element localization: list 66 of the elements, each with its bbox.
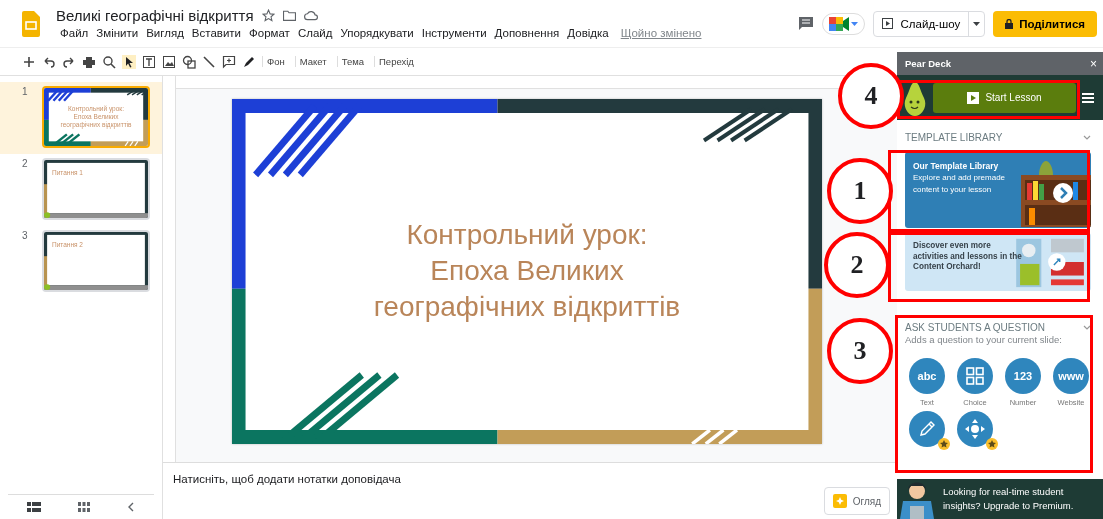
select-cursor-icon[interactable]: [122, 54, 136, 69]
line-icon[interactable]: [202, 54, 216, 69]
video-camera-icon: [828, 16, 849, 31]
folder-icon[interactable]: [282, 10, 296, 21]
text-box-icon[interactable]: [142, 54, 156, 69]
explore-icon: [832, 494, 847, 508]
grid-icon: [966, 367, 984, 385]
cloud-icon[interactable]: [303, 10, 318, 21]
menu-item[interactable]: Слайд: [293, 26, 337, 40]
menu-item[interactable]: Інструменти: [417, 26, 491, 40]
image-icon[interactable]: [162, 54, 176, 69]
play-icon: [967, 91, 980, 104]
caret-icon: [973, 21, 981, 26]
content-orchard-card[interactable]: Discover even more activities and lessons in the Content Orchard!: [905, 233, 1091, 291]
zoom-icon[interactable]: [102, 54, 116, 69]
start-lesson-button[interactable]: Start Lesson: [933, 82, 1076, 113]
comment-icon[interactable]: [797, 16, 814, 31]
menu-item[interactable]: Вставити: [187, 26, 246, 40]
card-text: Explore and add premade content to your lesson: [913, 172, 1007, 196]
toolbar-button[interactable]: Тема: [336, 56, 369, 67]
pen-icon[interactable]: [242, 54, 256, 69]
premium-promo-banner[interactable]: Looking for real-time student insights? Upgrade to Premium.: [937, 479, 1103, 519]
shape-icon[interactable]: [182, 54, 196, 69]
menu-item[interactable]: Формат: [245, 26, 294, 40]
lock-icon: [1005, 18, 1014, 29]
slide-number: 2: [22, 158, 29, 169]
list-view-icon[interactable]: [26, 502, 41, 512]
comment-add-icon[interactable]: [222, 54, 236, 69]
card-text: Discover even more activities and lessons in the Content Orchard!: [913, 241, 1023, 274]
add-icon[interactable]: [22, 54, 36, 69]
panel-title: Pear Deck: [905, 58, 951, 69]
card-title: Our Template Library: [913, 160, 1000, 173]
section-heading: TEMPLATE LIBRARY: [905, 132, 1003, 143]
toolbar-button[interactable]: Перехід: [374, 56, 418, 67]
collapse-icon[interactable]: [127, 502, 136, 512]
play-icon: [881, 18, 893, 29]
menu-item[interactable]: Довідка: [563, 26, 613, 40]
caret-icon: [850, 21, 858, 26]
menu-icon[interactable]: [1082, 91, 1094, 104]
menu-item[interactable]: Доповнення: [490, 26, 564, 40]
toolbar-button[interactable]: Макет: [294, 56, 331, 67]
template-library-card[interactable]: Our Template Library Explore and add premade content to your lesson: [905, 152, 1091, 228]
slide-number: 1: [22, 86, 29, 97]
menu-item[interactable]: Змінити: [92, 26, 143, 40]
section-heading: ASK STUDENTS A QUESTION: [905, 322, 1046, 333]
move-icon: [965, 419, 985, 439]
close-button[interactable]: ×: [1090, 56, 1097, 71]
menu-item[interactable]: Файл: [56, 26, 93, 40]
menu-item[interactable]: Вигляд: [142, 26, 188, 40]
star-icon[interactable]: [261, 9, 275, 22]
pencil-icon: [918, 420, 936, 438]
explore-button[interactable]: Огляд: [823, 487, 890, 515]
person-figure-drawing: [897, 479, 937, 519]
chevron-down-icon[interactable]: [1083, 135, 1091, 140]
menu-item[interactable]: Упорядкувати: [336, 26, 418, 40]
document-title[interactable]: Великі географічні відкриття: [56, 7, 254, 24]
grid-view-icon[interactable]: [78, 502, 90, 512]
slide-title: Контрольний урок: Епоха Великих географічних відкриттів: [373, 217, 681, 325]
section-subtitle: Adds a question to your current slide:: [905, 334, 1063, 345]
share-button[interactable]: Поділитися: [993, 10, 1097, 37]
slideshow-button[interactable]: Слайд-шоу: [873, 11, 969, 36]
promo-text: Looking for real-time student insights? Upgrade to Premium.: [943, 484, 1075, 513]
chevron-down-icon[interactable]: [1083, 325, 1091, 330]
slide-number: 3: [22, 230, 29, 241]
toolbar-button[interactable]: Фон: [262, 56, 289, 67]
save-status-link[interactable]: Щойно змінено: [620, 27, 702, 39]
